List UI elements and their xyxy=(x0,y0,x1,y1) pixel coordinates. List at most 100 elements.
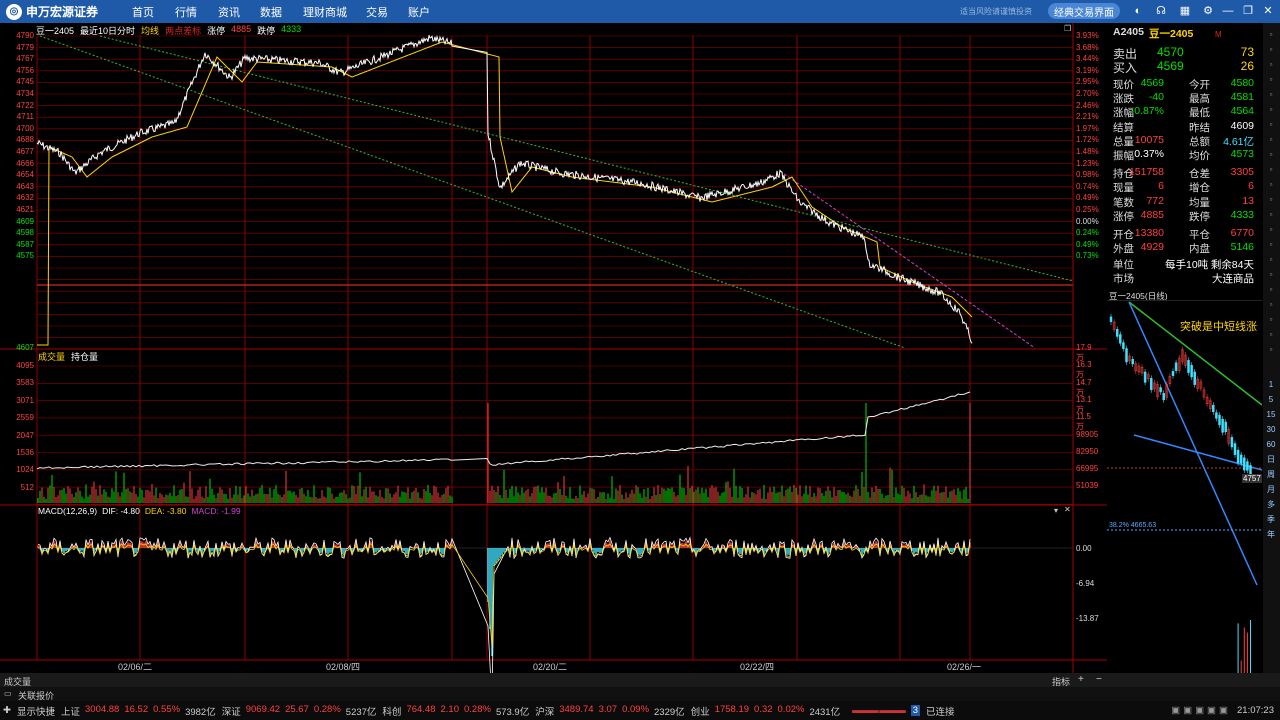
toolbar-tool-icon[interactable]: ▫ xyxy=(1265,239,1277,251)
toolbar-tool-icon[interactable]: ▫ xyxy=(1265,29,1277,41)
toolbar-tool-icon[interactable]: ▫ xyxy=(1265,224,1277,236)
pct-tick-right: 2.46% xyxy=(1076,100,1099,110)
nav-data[interactable]: 数据 xyxy=(260,4,282,20)
ticker-index[interactable]: 上证 3004.88 16.52 0.55% 3982亿 xyxy=(61,704,216,718)
period-button[interactable]: 年 xyxy=(1265,529,1277,541)
quote-key: 开仓 xyxy=(1113,229,1134,241)
toolbar-tool-icon[interactable]: ▫ xyxy=(1265,314,1277,326)
toolbar-tool-icon[interactable]: ▫ xyxy=(1265,119,1277,131)
headset-icon[interactable]: ☊ xyxy=(1154,4,1168,18)
period-button[interactable]: 5 xyxy=(1265,394,1277,406)
nav-trade[interactable]: 交易 xyxy=(366,4,388,20)
close-icon[interactable]: ✕ xyxy=(1261,4,1275,18)
quote-key: 现价 xyxy=(1113,79,1134,91)
buy-label: 买入 xyxy=(1113,61,1138,75)
grid-icon[interactable]: ▦ xyxy=(1178,4,1192,18)
macd-close-icon[interactable]: ✕ xyxy=(1064,505,1071,514)
toolbar-tool-icon[interactable]: ▫ xyxy=(1265,89,1277,101)
period-button[interactable]: 月 xyxy=(1265,484,1277,496)
quote-key: 总量 xyxy=(1113,135,1134,148)
intraday-chart[interactable] xyxy=(0,23,1107,673)
zoom-in-button[interactable]: + xyxy=(1078,674,1084,685)
quick-show-icon[interactable]: ✚ xyxy=(3,705,11,716)
toolbar-tool-icon[interactable]: ▫ xyxy=(1265,104,1277,116)
toolbar-tool-icon[interactable]: ▫ xyxy=(1265,59,1277,71)
period-button[interactable]: 周 xyxy=(1265,469,1277,481)
ticker-change: 25.67 xyxy=(285,703,309,715)
zoom-out-button[interactable]: − xyxy=(1096,674,1102,685)
toolbar-tool-icon[interactable]: ▫ xyxy=(1265,149,1277,161)
volume-tick-left: 1024 xyxy=(16,465,34,475)
period-button[interactable]: 15 xyxy=(1265,409,1277,421)
ticker-amount: 5237亿 xyxy=(345,706,377,718)
quote-row: 结算 昨结 4609 xyxy=(1107,120,1260,134)
mini-candle xyxy=(1230,437,1234,448)
ticker-pct: 0.28% xyxy=(313,703,341,715)
contract-name: 豆一2405 xyxy=(1149,28,1194,40)
toolbar-tool-icon[interactable]: ▫ xyxy=(1265,74,1277,86)
classic-trade-button[interactable]: 经典交易界面 xyxy=(1048,3,1120,19)
price-tick-left: 4779 xyxy=(16,42,34,52)
date-label: 02/20/二 xyxy=(533,662,568,672)
period-button[interactable]: 季 xyxy=(1265,514,1277,526)
price-tick-left: 4711 xyxy=(16,112,34,122)
price-tick-left: 4643 xyxy=(16,181,34,191)
mini-candle xyxy=(1162,393,1165,401)
mini-trend-blue-2 xyxy=(1133,434,1262,471)
dea-line xyxy=(37,542,971,647)
toolbar-tool-icon[interactable]: ▫ xyxy=(1265,269,1277,281)
ticker-amount: 2431亿 xyxy=(809,706,841,718)
restore-icon[interactable]: ❐ xyxy=(1241,4,1255,18)
nav-quotes[interactable]: 行情 xyxy=(175,4,197,20)
quote-value: 13380 xyxy=(1134,227,1164,239)
toolbar-tool-icon[interactable]: ▫ xyxy=(1265,254,1277,266)
chart-menu-icon[interactable]: ❐ xyxy=(1064,24,1071,33)
theme-icon[interactable]: ◐ xyxy=(1131,4,1145,18)
ticker-index[interactable]: 沪深 3489.74 3.07 0.09% 2329亿 xyxy=(535,704,684,718)
ticker-index[interactable]: 科创 764.48 2.10 0.28% 573.9亿 xyxy=(382,704,529,718)
nav-account[interactable]: 账户 xyxy=(408,4,430,20)
toolbar-tool-icon[interactable]: ▫ xyxy=(1265,194,1277,206)
toolbar-tool-icon[interactable]: ▫ xyxy=(1265,164,1277,176)
tray-icons[interactable]: ▣▣▣▣▣ xyxy=(1171,705,1231,716)
toolbar-tool-icon[interactable]: ▫ xyxy=(1265,44,1277,56)
quote-key: 涨跌 xyxy=(1113,93,1134,106)
nav-wealth-mall[interactable]: 理财商城 xyxy=(303,4,347,20)
connection-status: 已连接 xyxy=(926,706,955,718)
price-tick-left: 4607 xyxy=(16,343,34,352)
period-button[interactable]: 60 xyxy=(1265,439,1277,451)
toolbar-tool-icon[interactable]: ▫ xyxy=(1265,209,1277,221)
macd-value: MACD: -1.99 xyxy=(191,506,241,516)
nav-news[interactable]: 资讯 xyxy=(218,4,240,20)
panel-icon[interactable]: ▭ xyxy=(4,689,12,698)
oi-tick-right: 98905 xyxy=(1076,429,1099,439)
macd-tick-right: -6.94 xyxy=(1076,579,1095,588)
toolbar-tool-icon[interactable]: ▫ xyxy=(1265,284,1277,296)
period-button[interactable]: 30 xyxy=(1265,424,1277,436)
period-button[interactable]: 日 xyxy=(1265,454,1277,466)
ticker-index[interactable]: 深证 9069.42 25.67 0.28% 5237亿 xyxy=(222,704,377,718)
toolbar-tool-icon[interactable]: ▫ xyxy=(1265,329,1277,341)
price-tick-left: 4756 xyxy=(16,65,34,75)
toolbar-tool-icon[interactable]: ▫ xyxy=(1265,299,1277,311)
index-ticker: ✚ 显示快捷 上证 3004.88 16.52 0.55% 3982亿 深证 9069.42… xyxy=(0,701,1280,720)
nav-home[interactable]: 首页 xyxy=(132,4,154,20)
quick-show-label[interactable]: 显示快捷 xyxy=(17,704,55,718)
daily-kline-chart[interactable] xyxy=(1107,300,1262,690)
macd-dropdown-icon[interactable]: ▾ xyxy=(1054,506,1058,515)
quote-value2: 4333 xyxy=(1230,208,1254,221)
toolbar-tool-icon[interactable]: ▫ xyxy=(1265,179,1277,191)
period-button[interactable]: 多 xyxy=(1265,499,1277,511)
ticker-pct: 0.55% xyxy=(153,703,181,715)
ticker-index[interactable]: 创业 1758.19 0.32 0.02% 2431亿 xyxy=(691,704,840,718)
toolbar-tool-icon[interactable]: ▫ xyxy=(1265,344,1277,356)
average-price-line xyxy=(37,41,973,346)
quote-row: 涨跌 -40 最高 4581 xyxy=(1107,91,1260,105)
oi-tick-right: 82950 xyxy=(1076,446,1099,456)
toolbar-tool-icon[interactable]: ▫ xyxy=(1265,134,1277,146)
pct-tick-right: 0.49% xyxy=(1076,239,1099,249)
unit-label: 单位 xyxy=(1113,259,1134,271)
period-button[interactable]: 1 xyxy=(1265,379,1277,391)
gear-icon[interactable]: ⚙ xyxy=(1201,4,1215,18)
minimize-icon[interactable]: — xyxy=(1221,4,1235,18)
